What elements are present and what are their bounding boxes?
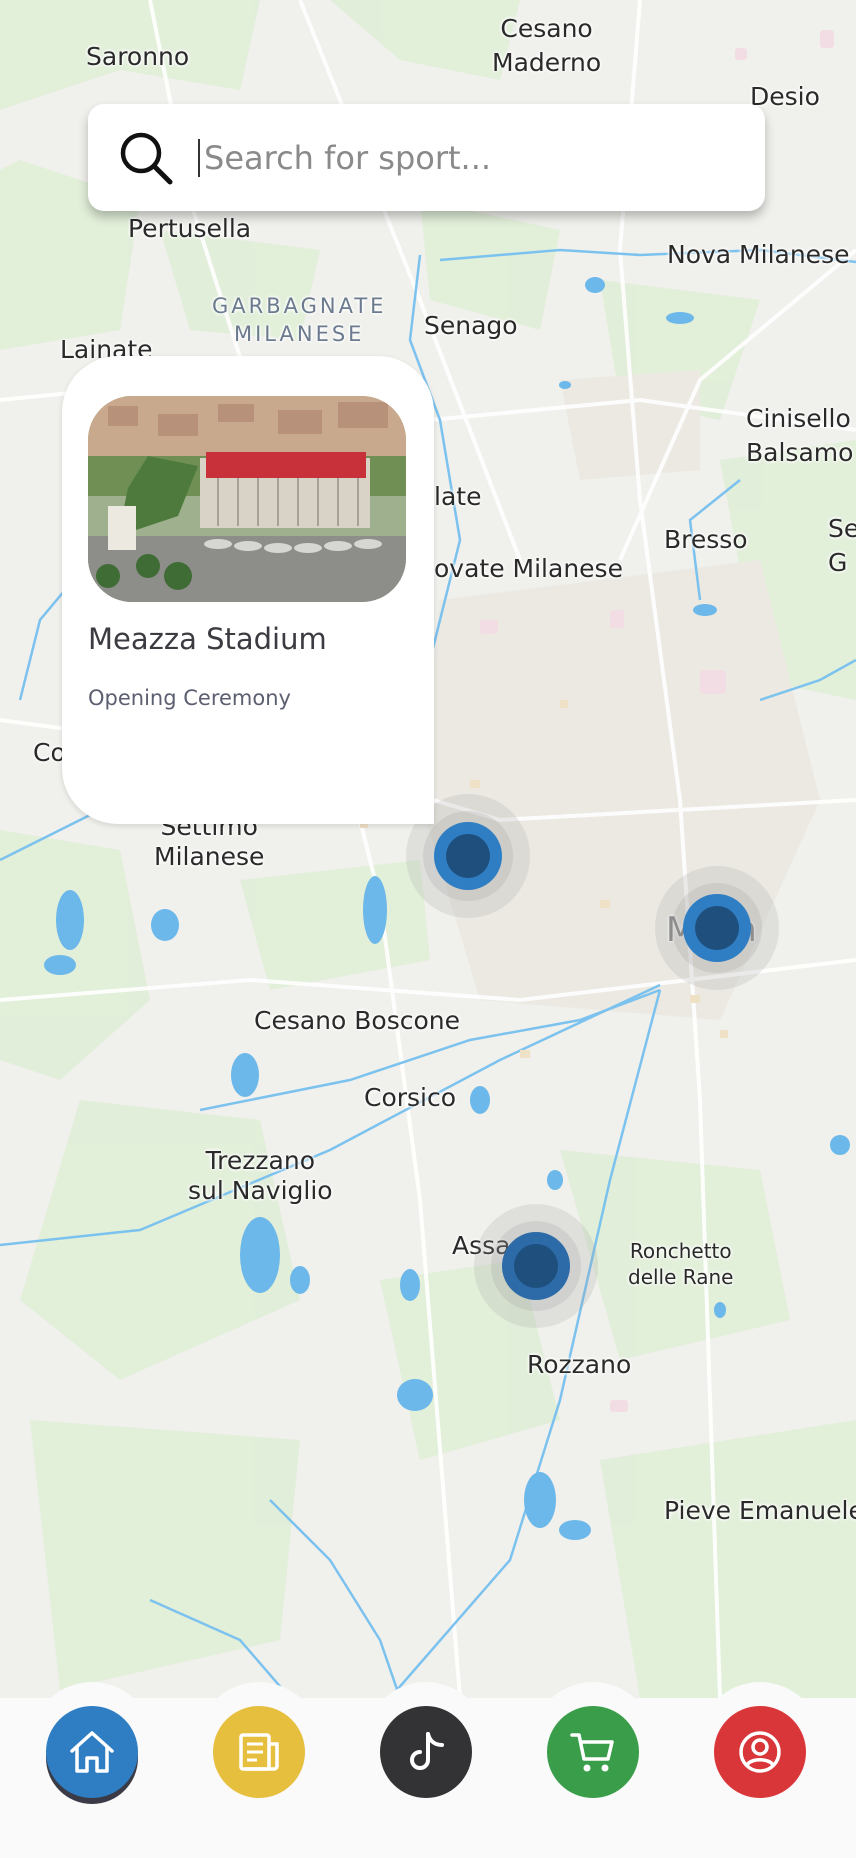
place-label-garbagnate-milanese: GARBAGNATE MILANESE — [212, 294, 387, 346]
place-label-cinisello-balsamo: Cinisello Balsamo — [746, 404, 854, 467]
place-label-desio: Desio — [750, 82, 820, 111]
marker-core — [695, 906, 739, 950]
place-label-cesano-boscone: Cesano Boscone — [254, 1006, 461, 1035]
news-icon — [239, 1733, 279, 1771]
stadium-image — [88, 396, 406, 602]
place-label-pieve-emanuele: Pieve Emanuele — [664, 1496, 856, 1525]
marker-core — [514, 1244, 558, 1288]
tiktok-icon — [410, 1732, 444, 1770]
place-label-senago: Senago — [424, 311, 518, 340]
venue-name: Meazza Stadium — [88, 622, 327, 656]
place-label-bresso: Bresso — [664, 525, 748, 554]
nav-profile-button[interactable] — [714, 1706, 806, 1798]
venue-marker-2[interactable] — [655, 866, 779, 990]
place-label-trezzano-sul-naviglio: Trezzano sul Naviglio — [188, 1146, 333, 1205]
place-label-sesto: Se G — [828, 514, 856, 577]
search-icon — [120, 132, 173, 184]
home-icon — [70, 1731, 114, 1773]
place-label-cornaredo: Co — [33, 738, 66, 767]
text-caret — [198, 138, 200, 177]
place-label-nova-milanese: Nova Milanese — [667, 240, 850, 269]
venue-photo — [88, 396, 406, 602]
map-view[interactable]: Saronno Cesano Maderno Desio Pertusella … — [0, 0, 856, 1698]
marker-core — [446, 834, 490, 878]
nav-tiktok-button[interactable] — [380, 1706, 472, 1798]
nav-shop-button[interactable] — [547, 1706, 639, 1798]
place-label-corsico: Corsico — [364, 1083, 457, 1112]
place-label-rozzano: Rozzano — [527, 1350, 632, 1379]
cart-icon — [570, 1733, 614, 1772]
place-label-saronno: Saronno — [86, 42, 190, 71]
nav-home-button[interactable] — [46, 1706, 138, 1798]
place-label-ronchetto-delle-rane: Ronchetto delle Rane — [628, 1239, 734, 1289]
search-bar[interactable] — [88, 104, 765, 211]
nav-news-button[interactable] — [213, 1706, 305, 1798]
search-input[interactable] — [202, 137, 726, 178]
profile-icon — [739, 1731, 781, 1773]
venue-event: Opening Ceremony — [88, 686, 291, 710]
place-label-pertusella: Pertusella — [128, 214, 252, 243]
venue-marker-3[interactable] — [474, 1204, 598, 1328]
place-label-novate-milanese: ovate Milanese — [434, 554, 623, 583]
venue-card[interactable]: Meazza Stadium Opening Ceremony — [62, 356, 434, 824]
place-label-cesano-maderno: Cesano Maderno — [492, 14, 602, 77]
place-label-bollate: late — [434, 482, 482, 511]
